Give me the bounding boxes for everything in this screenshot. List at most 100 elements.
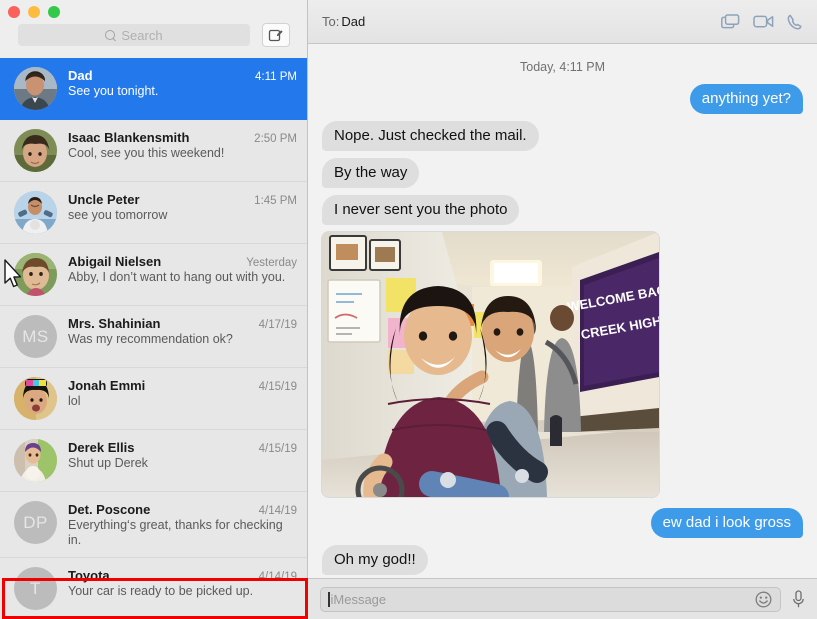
avatar-photo-derek	[14, 439, 57, 482]
message-row: By the way	[322, 158, 803, 188]
conversation-time: 4/14/19	[259, 505, 297, 517]
conversation-body: Jonah Emmi 4/15/19 lol	[68, 377, 297, 409]
avatar: DP	[14, 501, 57, 544]
message-row: Nope. Just checked the mail.	[322, 121, 803, 151]
text-caret	[328, 592, 330, 607]
message-row: Oh my god!!	[322, 545, 803, 575]
message-row: anything yet?	[322, 84, 803, 114]
conversation-preview: Your car is ready to be picked up.	[68, 584, 297, 599]
conversation-time: 4:11 PM	[255, 71, 297, 83]
audio-call-icon[interactable]	[787, 14, 803, 30]
video-call-icon[interactable]	[753, 14, 774, 29]
conversation-name: Derek Ellis	[68, 440, 253, 455]
message-row: I never sent you the photo	[322, 195, 803, 225]
conversation-name: Det. Poscone	[68, 502, 253, 517]
conversation-list[interactable]: Dad 4:11 PM See you tonight.	[0, 58, 307, 619]
conversation-time: 1:45 PM	[254, 195, 297, 207]
compose-button[interactable]	[262, 23, 290, 47]
conversation-preview: Shut up Derek	[68, 456, 297, 471]
conversation-name: Uncle Peter	[68, 192, 248, 207]
conversation-header: To: Dad	[308, 0, 817, 44]
avatar: MS	[14, 315, 57, 358]
message-input[interactable]: iMessage	[320, 587, 781, 612]
avatar-initials: T	[30, 579, 41, 599]
message-input-placeholder: iMessage	[331, 592, 387, 607]
conversation-pane: To: Dad	[308, 0, 817, 619]
conversation-item-abigail-nielsen[interactable]: Abigail Nielsen Yesterday Abby, I don’t …	[0, 244, 307, 306]
message-bubble-outgoing[interactable]: anything yet?	[690, 84, 803, 114]
date-stamp: Today, 4:11 PM	[322, 60, 803, 74]
conversation-body: Abigail Nielsen Yesterday Abby, I don’t …	[68, 253, 297, 285]
conversation-time: 4/15/19	[259, 381, 297, 393]
window-titlebar: Search	[0, 0, 307, 58]
compose-icon	[268, 27, 284, 43]
conversation-time: 4/14/19	[259, 571, 297, 583]
conversation-body: Uncle Peter 1:45 PM see you tomorrow	[68, 191, 297, 223]
message-bubble-incoming[interactable]: By the way	[322, 158, 419, 188]
search-icon	[105, 30, 116, 41]
conversation-item-dad[interactable]: Dad 4:11 PM See you tonight.	[0, 58, 307, 120]
conversation-body: Dad 4:11 PM See you tonight.	[68, 67, 297, 99]
close-window-button[interactable]	[8, 6, 20, 18]
avatar	[14, 439, 57, 482]
conversation-preview: Abby, I don’t want to hang out with you.	[68, 270, 297, 285]
conversation-body: Toyota 4/14/19 Your car is ready to be p…	[68, 567, 297, 599]
to-label: To:	[322, 14, 339, 29]
conversation-item-mrs-shahinian[interactable]: MS Mrs. Shahinian 4/17/19 Was my recomme…	[0, 306, 307, 368]
avatar-photo-dad	[14, 67, 57, 110]
conversation-body: Derek Ellis 4/15/19 Shut up Derek	[68, 439, 297, 471]
message-bubble-incoming[interactable]: Oh my god!!	[322, 545, 428, 575]
conversation-time: 2:50 PM	[254, 133, 297, 145]
conversation-item-det-poscone[interactable]: DP Det. Poscone 4/14/19 Everything‘s gre…	[0, 492, 307, 558]
conversation-body: Det. Poscone 4/14/19 Everything‘s great,…	[68, 501, 297, 548]
conversation-item-isaac-blankensmith[interactable]: Isaac Blankensmith 2:50 PM Cool, see you…	[0, 120, 307, 182]
header-actions	[721, 14, 803, 30]
message-composer: iMessage	[308, 578, 817, 619]
message-bubble-incoming[interactable]: Nope. Just checked the mail.	[322, 121, 539, 151]
conversation-name: Jonah Emmi	[68, 378, 253, 393]
conversation-preview: Everything‘s great, thanks for checking …	[68, 518, 297, 548]
message-bubble-incoming[interactable]: I never sent you the photo	[322, 195, 519, 225]
conversation-time: 4/15/19	[259, 443, 297, 455]
microphone-icon[interactable]	[792, 590, 805, 609]
conversation-body: Isaac Blankensmith 2:50 PM Cool, see you…	[68, 129, 297, 161]
conversation-time: 4/17/19	[259, 319, 297, 331]
conversation-preview: See you tonight.	[68, 84, 297, 99]
avatar	[14, 129, 57, 172]
avatar-photo-uncle-peter	[14, 191, 57, 234]
window-controls	[8, 6, 60, 18]
search-placeholder: Search	[121, 28, 162, 43]
conversation-preview: see you tomorrow	[68, 208, 297, 223]
conversation-name: Abigail Nielsen	[68, 254, 240, 269]
avatar	[14, 377, 57, 420]
recipient-name[interactable]: Dad	[341, 14, 365, 29]
avatar-photo-isaac	[14, 129, 57, 172]
conversation-name: Mrs. Shahinian	[68, 316, 253, 331]
conversation-item-toyota[interactable]: T Toyota 4/14/19 Your car is ready to be…	[0, 558, 307, 619]
conversation-item-uncle-peter[interactable]: Uncle Peter 1:45 PM see you tomorrow	[0, 182, 307, 244]
smiley-icon[interactable]	[755, 591, 772, 608]
message-photo-attachment[interactable]: WELCOME BACK CREEK HIGH	[322, 232, 659, 497]
avatar	[14, 67, 57, 110]
conversation-item-jonah-emmi[interactable]: Jonah Emmi 4/15/19 lol	[0, 368, 307, 430]
avatar	[14, 253, 57, 296]
message-bubble-outgoing[interactable]: ew dad i look gross	[651, 508, 803, 538]
sidebar: Search	[0, 0, 308, 619]
conversation-body: Mrs. Shahinian 4/17/19 Was my recommenda…	[68, 315, 297, 347]
search-input[interactable]: Search	[18, 24, 250, 46]
search-row: Search	[18, 23, 290, 47]
avatar-initials: MS	[22, 327, 49, 347]
avatar	[14, 191, 57, 234]
conversation-preview: lol	[68, 394, 297, 409]
message-list[interactable]: Today, 4:11 PM anything yet? Nope. Just …	[308, 44, 817, 578]
conversation-item-derek-ellis[interactable]: Derek Ellis 4/15/19 Shut up Derek	[0, 430, 307, 492]
minimize-window-button[interactable]	[28, 6, 40, 18]
conversation-name: Toyota	[68, 568, 253, 583]
avatar-photo-abigail	[14, 253, 57, 296]
avatar-initials: DP	[23, 513, 48, 533]
maximize-window-button[interactable]	[48, 6, 60, 18]
message-row: WELCOME BACK CREEK HIGH	[322, 232, 803, 497]
avatar: T	[14, 567, 57, 610]
screen-share-icon[interactable]	[721, 14, 740, 29]
photo-hallway-students: WELCOME BACK CREEK HIGH	[322, 232, 659, 497]
